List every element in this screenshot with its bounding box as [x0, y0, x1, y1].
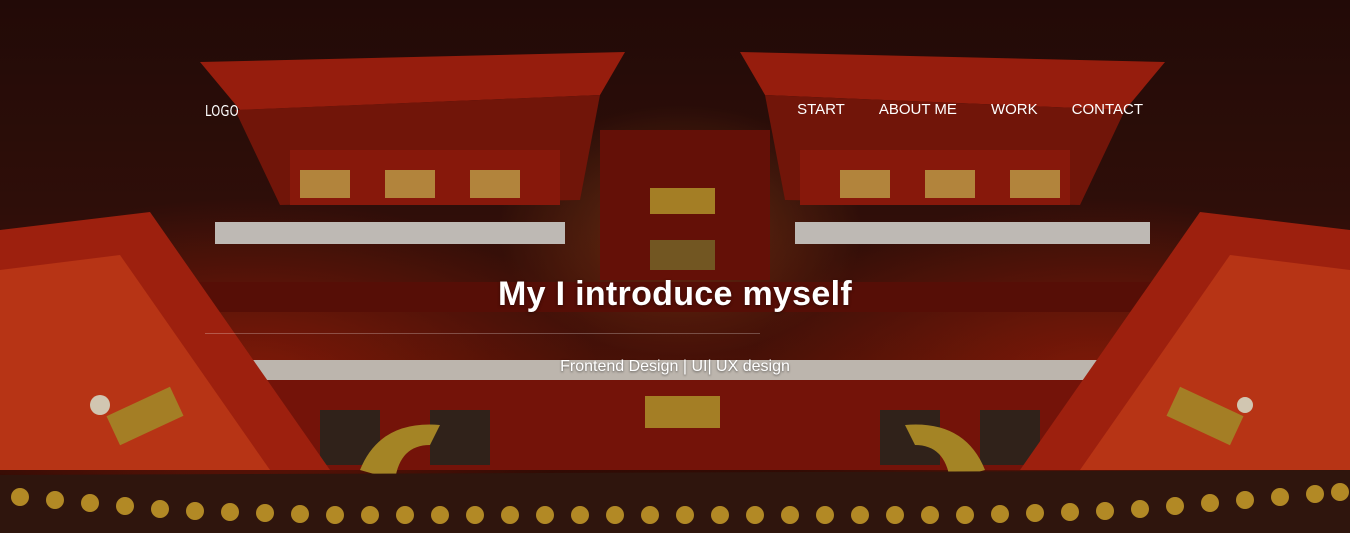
nav-menu: START ABOUT ME WORK CONTACT [797, 101, 1143, 119]
nav-link-start[interactable]: START [797, 101, 845, 119]
nav-item: WORK [957, 101, 1038, 119]
hero-title: My I introduce myself [498, 275, 852, 313]
nav-link-work[interactable]: WORK [957, 101, 1038, 119]
nav-link-contact[interactable]: CONTACT [1038, 101, 1143, 119]
nav-item: ABOUT ME [845, 101, 957, 119]
top-navigation: LOGO START ABOUT ME WORK CONTACT [205, 98, 1143, 124]
nav-item: START [797, 101, 845, 119]
hero-overlay [0, 0, 1350, 533]
hero-section: LOGO START ABOUT ME WORK CONTACT My I in… [0, 0, 1350, 533]
site-logo[interactable]: LOGO [205, 102, 239, 120]
hero-divider [205, 333, 760, 334]
hero-subtitle: Frontend Design | UI| UX design [560, 358, 790, 375]
nav-item: CONTACT [1038, 101, 1143, 119]
nav-link-about-me[interactable]: ABOUT ME [845, 101, 957, 119]
